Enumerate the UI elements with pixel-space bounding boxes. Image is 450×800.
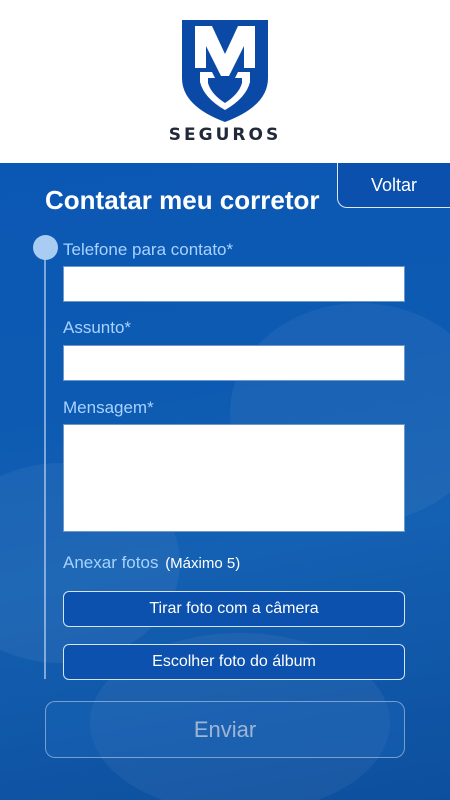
subject-label: Assunto* bbox=[63, 318, 132, 337]
subject-input[interactable] bbox=[63, 345, 405, 381]
attach-limit-text: (Máximo 5) bbox=[165, 555, 241, 572]
choose-album-photo-button[interactable]: Escolher foto do álbum bbox=[63, 644, 405, 680]
page-title: Contatar meu corretor bbox=[45, 185, 320, 215]
phone-label: Telefone para contato* bbox=[63, 240, 234, 259]
message-textarea[interactable] bbox=[63, 424, 405, 532]
message-label: Mensagem* bbox=[63, 398, 154, 417]
brand-logo-icon bbox=[182, 20, 268, 122]
contact-form-panel: Contatar meu corretor Voltar Telefone pa… bbox=[0, 163, 450, 800]
brand-name: SEGUROS bbox=[168, 125, 282, 145]
app-header: SEGUROS bbox=[0, 0, 450, 163]
attach-label-text: Anexar fotos bbox=[63, 553, 159, 572]
attach-photos-label: Anexar fotos (Máximo 5) bbox=[63, 553, 240, 573]
timeline-line bbox=[44, 247, 46, 679]
timeline-step-dot bbox=[33, 235, 58, 260]
send-button[interactable]: Enviar bbox=[45, 701, 405, 758]
take-photo-button[interactable]: Tirar foto com a câmera bbox=[63, 591, 405, 627]
back-button[interactable]: Voltar bbox=[337, 163, 450, 208]
phone-input[interactable] bbox=[63, 266, 405, 302]
